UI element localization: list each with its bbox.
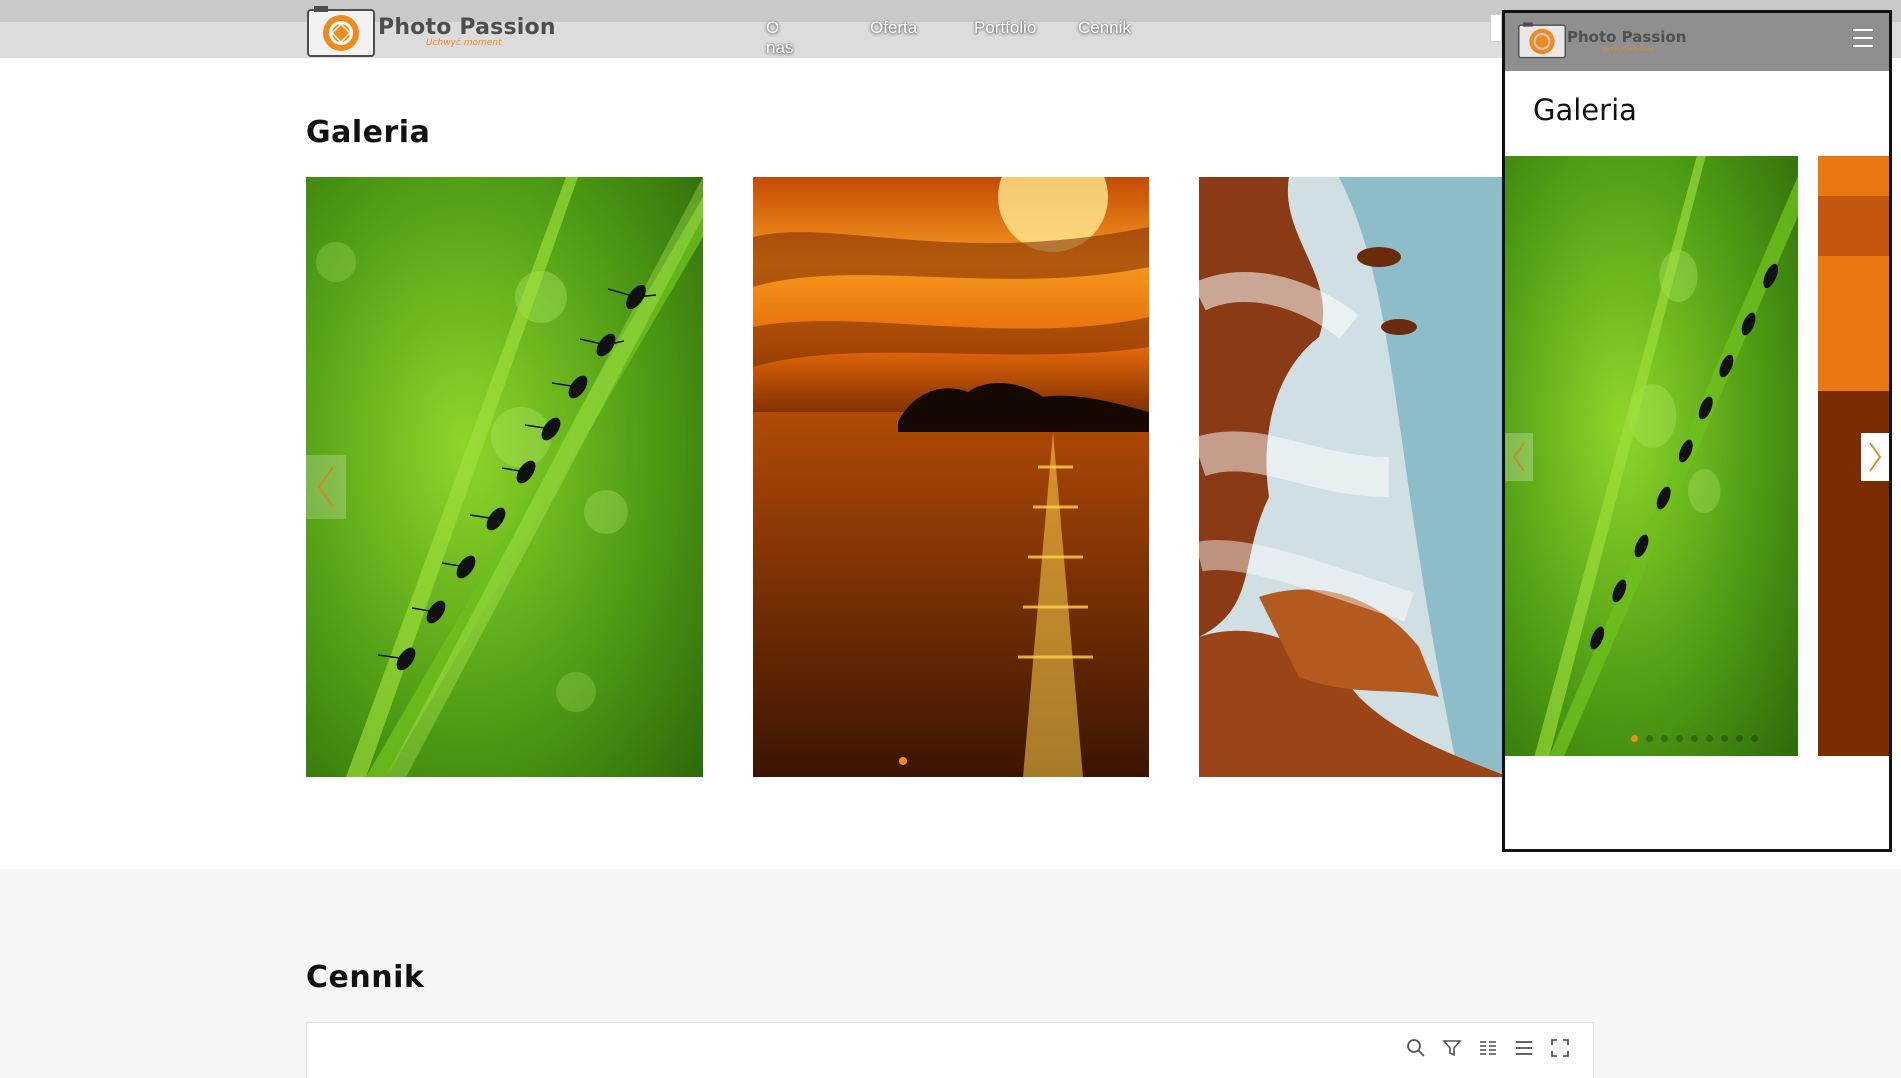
carousel-dot[interactable] [1646,735,1653,742]
pricing-table [306,1022,1594,1078]
camera-logo-icon [1518,22,1566,59]
mobile-logo[interactable]: Photo Passion Uchwyć moment [1517,21,1686,59]
mobile-carousel-dots [1631,735,1758,742]
site-logo[interactable]: Photo Passion Uchwyć moment [306,4,556,58]
carousel-dot[interactable] [1706,735,1713,742]
nav-portfolio[interactable]: Portfolio [974,18,1036,38]
gallery-title: Galeria [306,115,431,150]
nav-o-nas[interactable]: O nas [766,18,793,58]
chevron-right-icon [1869,442,1882,472]
search-icon[interactable] [1405,1037,1427,1059]
table-toolbar [1405,1037,1571,1059]
logo-title: Photo Passion [378,14,556,40]
gallery-slide-coast[interactable] [1199,177,1509,777]
list-icon[interactable] [1513,1037,1535,1059]
mobile-prev-button[interactable] [1505,433,1533,481]
mobile-gallery-title: Galeria [1533,93,1637,127]
hidden-widget-edge [1490,14,1502,42]
gallery-prev-button[interactable] [306,455,346,519]
carousel-dot[interactable] [1631,735,1638,742]
menu-icon[interactable] [1853,29,1873,47]
filter-icon[interactable] [1441,1037,1463,1059]
carousel-dot[interactable] [1661,735,1668,742]
carousel-dot[interactable] [1736,735,1743,742]
nav-oferta[interactable]: Oferta [870,18,917,38]
gallery-slide-sunset[interactable] [753,177,1149,777]
carousel-dot[interactable] [1691,735,1698,742]
mobile-preview: Photo Passion Uchwyć moment Galeria [1502,10,1892,852]
gallery-slide-ants[interactable] [306,177,703,777]
pricing-title: Cennik [306,960,425,995]
mobile-slide-ants[interactable] [1505,156,1798,756]
nav-cennik[interactable]: Cennik [1078,18,1131,38]
mobile-header: Photo Passion Uchwyć moment [1505,13,1889,71]
carousel-dot[interactable] [1751,735,1758,742]
fullscreen-icon[interactable] [1549,1037,1571,1059]
chevron-left-icon [1512,442,1525,472]
mobile-logo-tagline: Uchwyć moment [1603,45,1654,53]
mobile-logo-title: Photo Passion [1567,27,1687,46]
camera-logo-icon [306,4,376,58]
gallery-dot-active[interactable] [899,757,907,765]
chevron-left-icon [317,466,334,508]
carousel-dot[interactable] [1721,735,1728,742]
mobile-next-button[interactable] [1861,433,1889,481]
columns-icon[interactable] [1477,1037,1499,1059]
carousel-dot[interactable] [1676,735,1683,742]
